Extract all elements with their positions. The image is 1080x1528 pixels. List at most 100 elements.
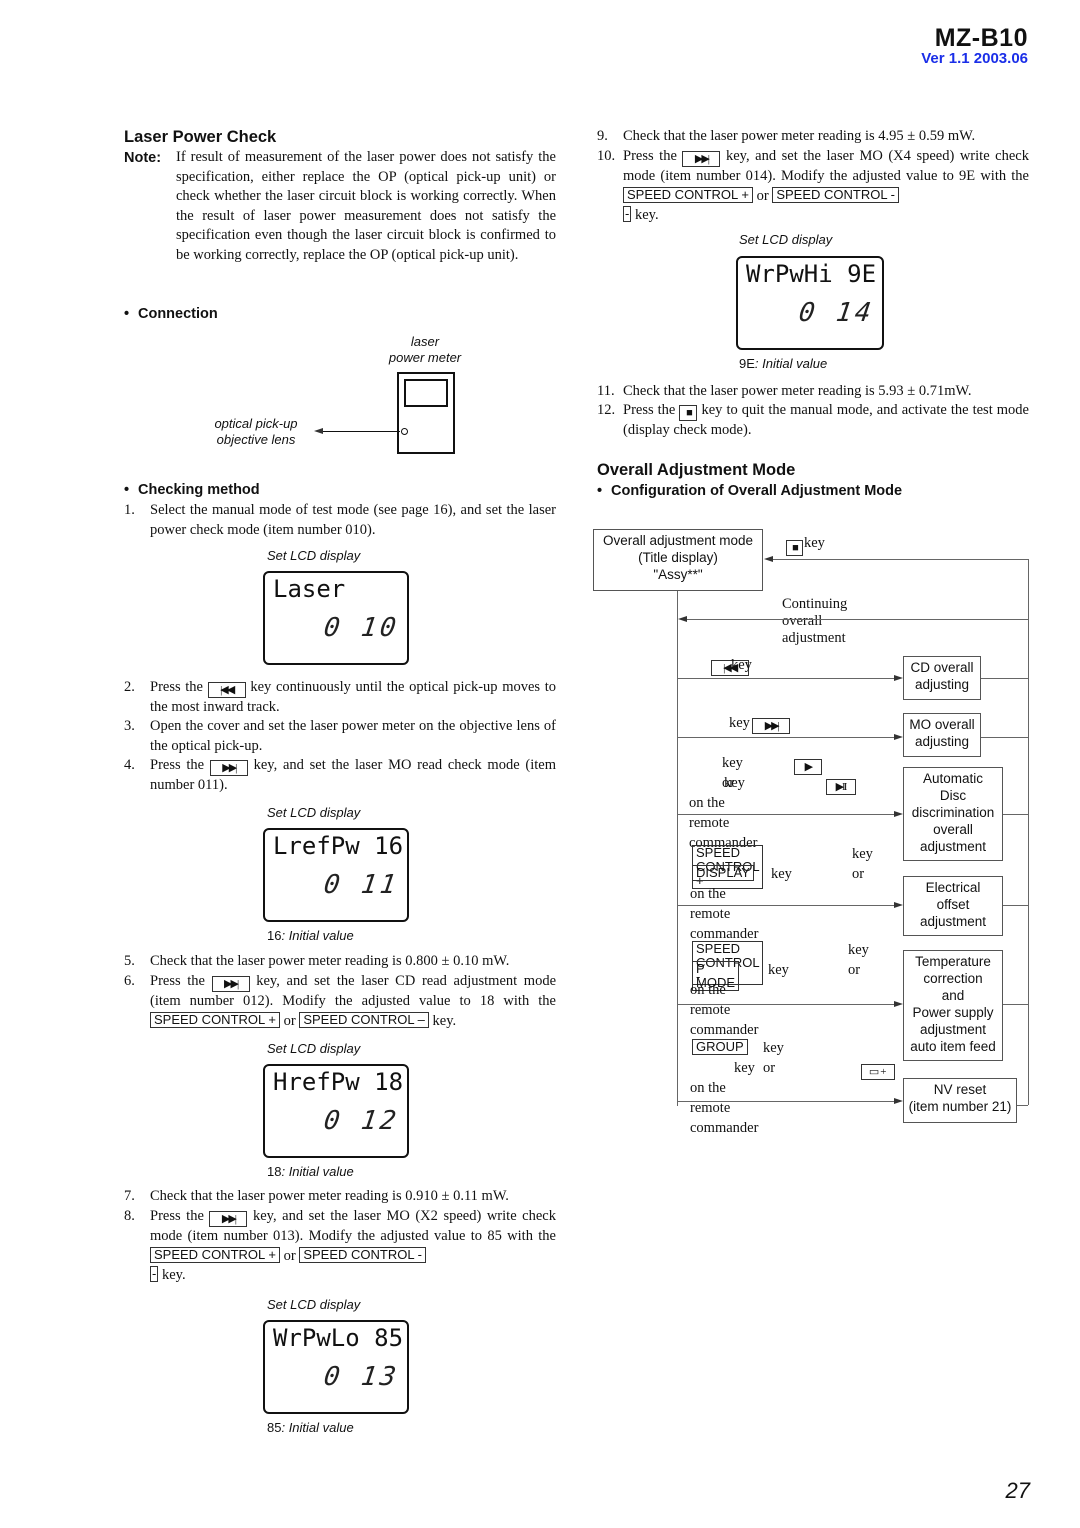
- lcd-line-1: WrPwHi 9E: [746, 260, 877, 288]
- arrow-right-icon: [894, 902, 903, 908]
- lcd-line-2: 0 11: [322, 870, 402, 900]
- display-key: DISPLAY: [692, 865, 754, 881]
- laser-power-meter-icon: [397, 372, 455, 454]
- lcd-display-wrpwhi: WrPwHi 9E 0 14: [736, 256, 884, 350]
- row-mo-out-line: [981, 737, 1028, 738]
- arrow-right-icon: [894, 1001, 903, 1007]
- checking-method-heading-text: Checking method: [138, 482, 260, 498]
- lcd-line-2: 0 10: [322, 613, 402, 643]
- step-10: 10. Press the ▶▶| key, and set the laser…: [597, 148, 1029, 224]
- row-elec-key-label-1: key or: [852, 846, 873, 882]
- row-temp-remote-label: on the remote commander: [690, 982, 759, 1038]
- row-elec-remote-label: on the remote commander: [690, 886, 759, 942]
- play-key-icon: ▶: [793, 759, 822, 775]
- configuration-heading: • Configuration of Overall Adjustment Mod…: [597, 483, 903, 499]
- row-temp-key-label-1: key or: [848, 942, 869, 978]
- lcd-caption-1: Set LCD display: [267, 548, 361, 563]
- connection-arrow-line: [322, 431, 400, 432]
- stop-key-label: key: [804, 535, 825, 551]
- row-cd-key-label: key: [731, 657, 752, 673]
- meter-sensor-icon: [401, 428, 408, 435]
- row-nv-key-label-1: key or: [763, 1040, 784, 1076]
- arrow-right-icon: [894, 811, 903, 817]
- row-auto-out-line: [1003, 814, 1028, 815]
- next-track-key-icon: ▶▶|: [682, 151, 721, 167]
- right-collector-line: [1028, 559, 1029, 1105]
- row-auto-remote-label: on the remote commander: [689, 795, 758, 851]
- left-distribution-line: [677, 591, 678, 1106]
- speed-control-minus-key: SPEED CONTROL -: [772, 186, 900, 203]
- page-number: 27: [1005, 1478, 1030, 1503]
- row-nv-line: [677, 1101, 895, 1102]
- speed-control-plus-key: SPEED CONTROL +: [623, 186, 753, 203]
- row-auto-key-label-2: key: [724, 775, 745, 791]
- meter-label: laser power meter: [388, 334, 462, 365]
- lcd-line-1: LrefPw 16: [273, 832, 404, 860]
- lcd-line-1: HrefPw 18: [273, 1068, 404, 1096]
- row-temp-out-line: [1003, 1004, 1028, 1005]
- initial-value-note-18: 18: Initial value: [267, 1164, 354, 1179]
- row-elec-out-line: [1003, 905, 1028, 906]
- lcd-caption-4: Set LCD display: [267, 1297, 361, 1312]
- lcd-line-2: 0 14: [797, 298, 877, 328]
- nv-reset-box: NV reset (item number 21): [903, 1078, 1017, 1123]
- prev-track-key-icon: |◀◀: [207, 682, 246, 698]
- row-cd-line: [677, 678, 895, 679]
- step-12: 12. Press the ■ key to quit the manual m…: [597, 402, 1029, 438]
- continuing-label: Continuing overall adjustment: [782, 596, 848, 646]
- folder-plus-key-icon: ▭+: [861, 1064, 896, 1080]
- speed-control-plus-key: SPEED CONTROL +: [150, 1011, 280, 1028]
- connection-heading-text: Connection: [138, 306, 218, 322]
- row-auto-line: [677, 814, 895, 815]
- step-4: 4. Press the ▶▶| key, and set the laser …: [124, 757, 556, 793]
- row-cd-out-line: [981, 678, 1028, 679]
- lcd-display-laser: Laser 0 10: [263, 571, 409, 665]
- step-6: 6. Press the ▶▶| key, and set the laser …: [124, 973, 557, 1029]
- row-mo-key-label: key: [729, 715, 750, 731]
- row-temp-key-label-2: key: [768, 962, 789, 978]
- initial-value-note-85: 85: Initial value: [267, 1420, 354, 1435]
- step-2: 2. Press the |◀◀ key continuously until …: [124, 679, 557, 715]
- checking-method-heading: • Checking method: [124, 482, 260, 498]
- arrow-right-icon: [894, 734, 903, 740]
- row-nv-remote-label: on the remote commander: [690, 1080, 759, 1136]
- step-1: 1. Select the manual mode of test mode (…: [124, 502, 556, 538]
- stop-key-icon: ■: [786, 540, 803, 556]
- meter-screen-icon: [404, 379, 448, 407]
- title-display-box: Overall adjustment mode (Title display) …: [593, 529, 763, 591]
- stop-key-icon: ■: [679, 405, 698, 421]
- temperature-correction-box: Temperature correction and Power supply adju…: [903, 950, 1003, 1061]
- step-7: 7. Check that the laser power meter read…: [124, 1188, 509, 1204]
- play-pause-key-icon: ▶II: [825, 779, 856, 795]
- arrow-left-icon: [678, 616, 687, 622]
- return-line: [772, 559, 1028, 560]
- version-label: Ver 1.1 2003.06: [921, 50, 1028, 67]
- section-title-laser-power-check: Laser Power Check: [124, 128, 277, 146]
- connection-diagram: laser power meter optical pick-up object…: [200, 332, 480, 462]
- initial-value-note-9e: 9E: Initial value: [739, 356, 828, 371]
- note-text: If result of measurement of the laser po…: [176, 149, 556, 263]
- overall-adjustment-flowchart: Overall adjustment mode (Title display) …: [0, 0, 1029, 1136]
- lens-label: optical pick-up objective lens: [214, 416, 298, 447]
- lcd-line-2: 0 13: [322, 1362, 402, 1392]
- row-nv-out-line: [1017, 1105, 1028, 1106]
- lcd-caption-3: Set LCD display: [267, 1041, 361, 1056]
- next-track-key-icon: ▶▶|: [752, 718, 791, 734]
- step-3: 3. Open the cover and set the laser powe…: [124, 718, 556, 754]
- model-name: MZ-B10: [934, 24, 1028, 52]
- initial-value-note-16: 16: Initial value: [267, 928, 354, 943]
- lcd-caption-2: Set LCD display: [267, 805, 361, 820]
- mo-overall-adjusting-box: MO overall adjusting: [903, 713, 981, 757]
- lcd-line-1: WrPwLo 85: [273, 1324, 404, 1352]
- lcd-display-lrefpw: LrefPw 16 0 11: [263, 828, 409, 922]
- step-11: 11. Check that the laser power meter rea…: [597, 383, 972, 399]
- lcd-line-1: Laser: [273, 575, 346, 603]
- row-nv-key-label-2: key: [734, 1060, 755, 1076]
- row-temp-line: [677, 1004, 895, 1005]
- configuration-heading-text: Configuration of Overall Adjustment Mode: [611, 483, 903, 499]
- row-mo-line: [677, 737, 895, 738]
- speed-control-minus-key-cont: -: [150, 1266, 159, 1283]
- note-label: Note:: [124, 150, 162, 166]
- lcd-caption-5: Set LCD display: [739, 232, 833, 247]
- arrow-right-icon: [894, 1098, 903, 1104]
